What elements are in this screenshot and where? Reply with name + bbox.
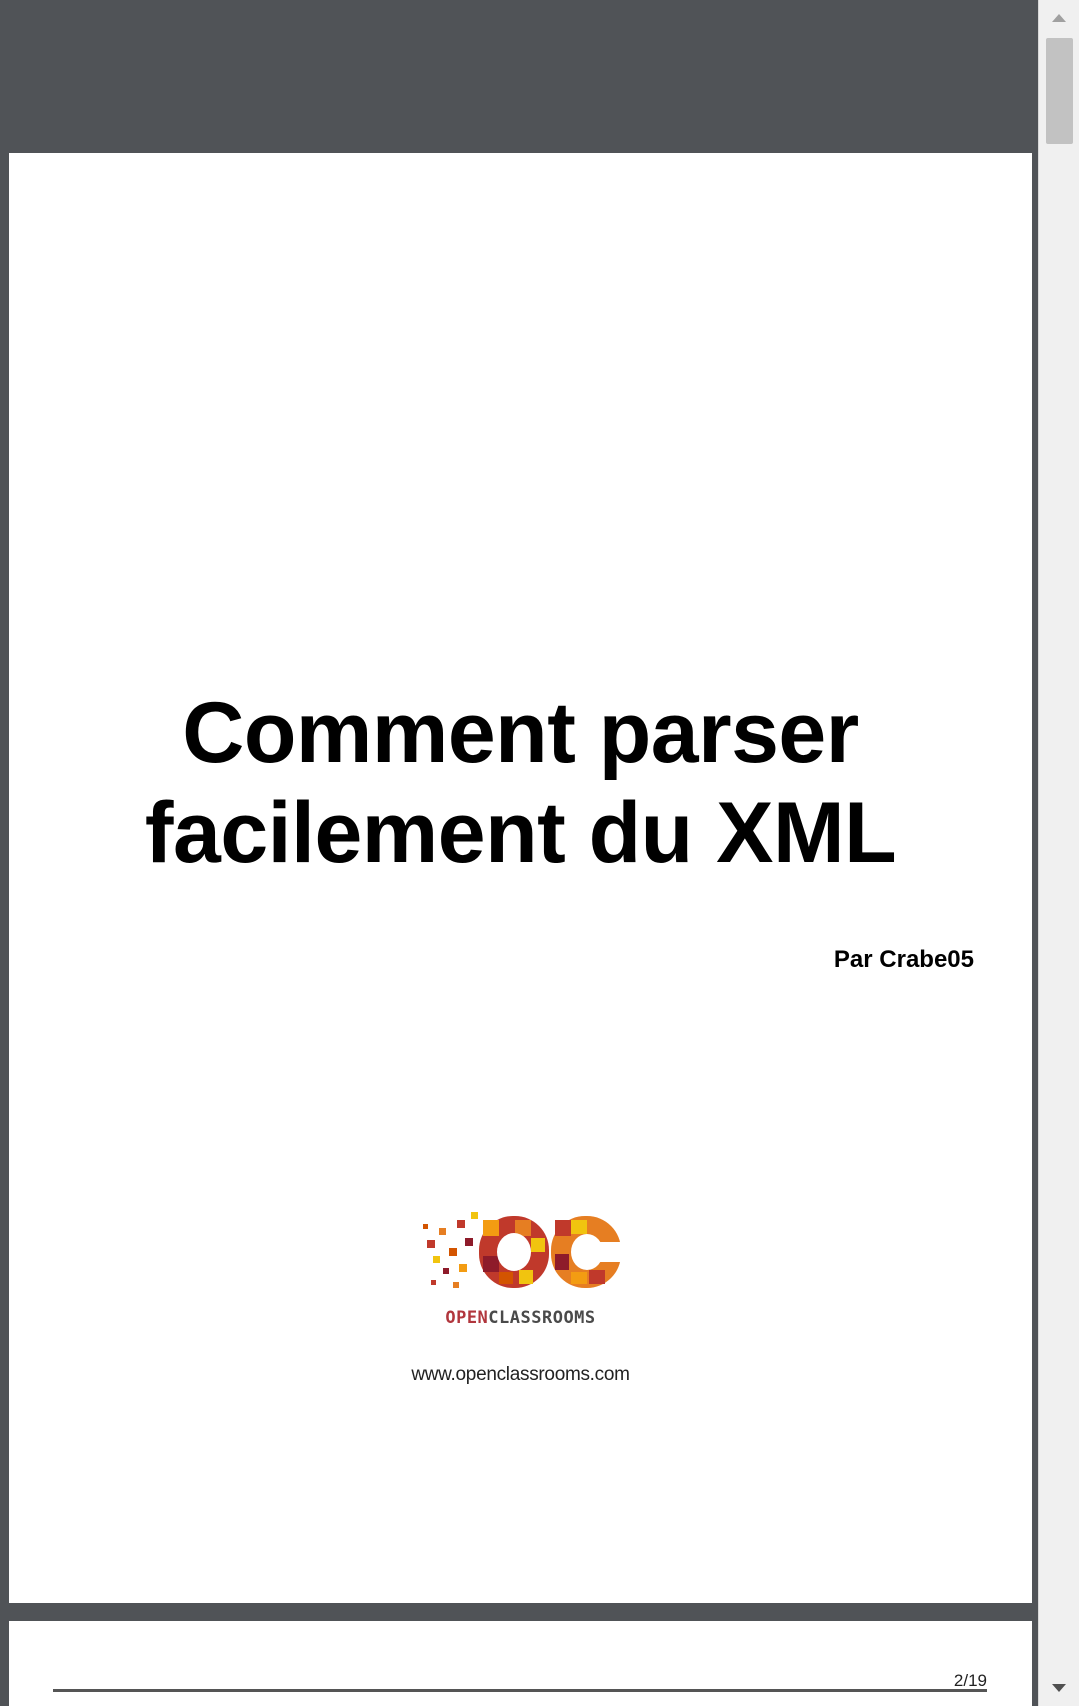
document-author: Par Crabe05 — [833, 946, 974, 973]
logo-o-letter — [479, 1216, 549, 1288]
page-number: 2/19 — [953, 1671, 987, 1690]
logo-wordmark: OPENCLASSROOMS — [9, 1308, 1032, 1328]
scroll-up-button[interactable] — [1039, 0, 1079, 36]
pdf-page-next: 2/19 — [9, 1621, 1032, 1706]
triangle-up-icon — [1052, 14, 1066, 22]
page-header-rule — [53, 1689, 987, 1692]
logo-wordmark-classrooms: CLASSROOMS — [488, 1308, 596, 1328]
pdf-page-title: Comment parser facilement du XML Par Cra… — [9, 153, 1032, 1603]
triangle-down-icon — [1052, 1684, 1066, 1692]
openclassrooms-logo — [423, 1212, 625, 1288]
logo-wordmark-open: OPEN — [445, 1308, 489, 1328]
document-title: Comment parser facilement du XML — [144, 685, 897, 881]
pdf-viewer[interactable]: Comment parser facilement du XML Par Cra… — [0, 0, 1038, 1706]
document-url: www.openclassrooms.com — [411, 1364, 630, 1385]
vertical-scrollbar[interactable] — [1038, 0, 1079, 1706]
scroll-down-button[interactable] — [1039, 1670, 1079, 1706]
logo-scatter-pixels — [423, 1212, 478, 1288]
scroll-thumb[interactable] — [1046, 38, 1073, 144]
logo-c-letter — [551, 1216, 625, 1288]
